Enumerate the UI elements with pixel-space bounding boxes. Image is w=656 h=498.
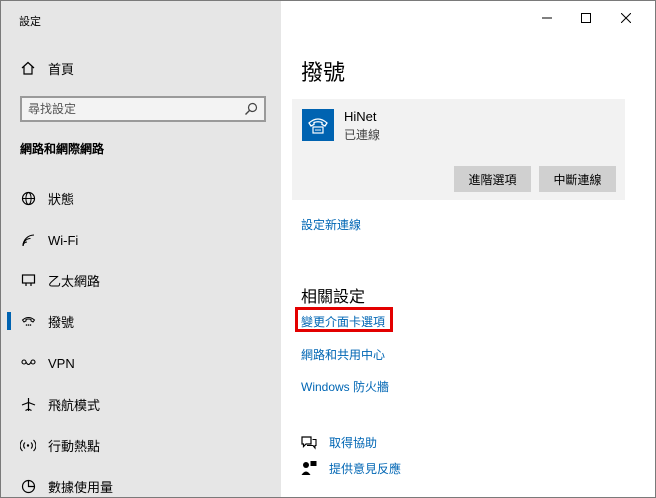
- feedback-label: 提供意見反應: [329, 461, 402, 476]
- feedback-link[interactable]: 提供意見反應: [301, 459, 401, 477]
- sidebar-item-home[interactable]: 首頁: [1, 49, 281, 87]
- sidebar-item-label: 乙太網路: [48, 273, 101, 289]
- hotspot-icon: [19, 436, 37, 454]
- maximize-icon: [581, 10, 591, 28]
- window-title: 設定: [19, 16, 41, 28]
- minimize-button[interactable]: [527, 5, 567, 33]
- sidebar-item-label: 行動熱點: [48, 438, 101, 454]
- sidebar-item-label: 數據使用量: [48, 479, 114, 495]
- connection-card[interactable]: HiNet 已連線 進階選項 中斷連線: [292, 99, 625, 200]
- dialup-connection-icon: [302, 109, 334, 141]
- page-title: 撥號: [301, 60, 346, 85]
- globe-icon: [19, 189, 37, 207]
- advanced-options-button[interactable]: 進階選項: [454, 166, 531, 192]
- data-usage-icon: [19, 477, 37, 495]
- home-icon: [19, 59, 37, 77]
- search-icon[interactable]: [244, 102, 258, 116]
- sidebar-section-heading: 網路和網際網路: [20, 142, 105, 156]
- chat-help-icon: [301, 434, 317, 450]
- sidebar-item-label: Wi-Fi: [48, 232, 79, 248]
- sidebar-item-label: 飛航模式: [48, 397, 101, 413]
- sidebar-item-vpn[interactable]: VPN: [1, 344, 281, 382]
- change-adapter-options-link[interactable]: 變更介面卡選項: [301, 313, 385, 330]
- setup-new-connection-link[interactable]: 設定新連線: [301, 216, 361, 233]
- get-help-label: 取得協助: [329, 435, 378, 450]
- connection-status: 已連線: [344, 128, 381, 142]
- wifi-icon: [19, 231, 37, 249]
- connection-name: HiNet: [344, 109, 377, 124]
- sidebar-item-hotspot[interactable]: 行動熱點: [1, 426, 281, 464]
- airplane-icon: [19, 395, 37, 413]
- sidebar-item-data-usage[interactable]: 數據使用量: [1, 467, 281, 497]
- windows-firewall-link[interactable]: Windows 防火牆: [301, 378, 389, 395]
- close-icon: [620, 10, 632, 28]
- sidebar: 設定 首頁 網路和網際網路 狀態 Wi-Fi: [1, 1, 281, 497]
- active-indicator: [7, 312, 11, 330]
- network-sharing-center-link[interactable]: 網路和共用中心: [301, 346, 385, 363]
- sidebar-item-label: 撥號: [48, 314, 75, 330]
- sidebar-item-label: VPN: [48, 355, 75, 371]
- sidebar-item-label: 首頁: [48, 61, 75, 77]
- search-box[interactable]: [20, 96, 266, 122]
- minimize-icon: [542, 10, 552, 28]
- feedback-icon: [301, 460, 317, 476]
- sidebar-item-airplane[interactable]: 飛航模式: [1, 385, 281, 423]
- disconnect-button[interactable]: 中斷連線: [539, 166, 616, 192]
- sidebar-item-ethernet[interactable]: 乙太網路: [1, 261, 281, 299]
- dialup-icon: [19, 312, 37, 330]
- close-button[interactable]: [606, 5, 646, 33]
- search-input[interactable]: [28, 100, 238, 118]
- settings-window: 設定 首頁 網路和網際網路 狀態 Wi-Fi: [0, 0, 656, 498]
- sidebar-item-wifi[interactable]: Wi-Fi: [1, 221, 281, 259]
- related-settings-heading: 相關設定: [301, 289, 366, 306]
- maximize-button[interactable]: [566, 5, 606, 33]
- get-help-link[interactable]: 取得協助: [301, 433, 377, 451]
- sidebar-item-label: 狀態: [48, 191, 75, 207]
- ethernet-icon: [19, 271, 37, 289]
- vpn-icon: [19, 354, 37, 372]
- sidebar-item-status[interactable]: 狀態: [1, 179, 281, 217]
- sidebar-item-dialup[interactable]: 撥號: [1, 302, 281, 340]
